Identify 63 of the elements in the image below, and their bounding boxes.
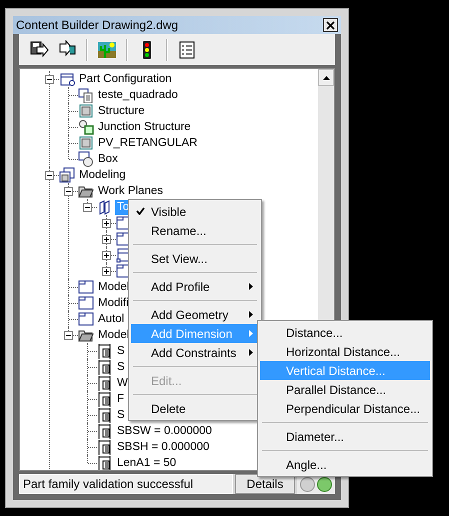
menu-item[interactable]: Angle...	[260, 455, 430, 474]
expand-icon[interactable]	[102, 266, 111, 276]
menu-item[interactable]: Perpendicular Distance...	[260, 399, 430, 418]
parameter-icon	[97, 439, 113, 455]
folder-icon	[78, 279, 94, 295]
parameter-icon	[97, 391, 113, 407]
tree-item-label[interactable]: SBSH = 0.000000	[115, 440, 212, 454]
expand-icon[interactable]	[102, 218, 111, 228]
scroll-up-button[interactable]	[318, 69, 334, 86]
expand-icon[interactable]	[102, 250, 111, 260]
menu-item[interactable]: Parallel Distance...	[260, 380, 430, 399]
parameter-icon	[97, 407, 113, 423]
config-icon	[59, 71, 75, 87]
tree-item-label[interactable]: PV_RETANGULAR	[96, 136, 200, 150]
menu-item[interactable]: Delete	[131, 399, 259, 418]
details-button[interactable]: Details	[235, 474, 295, 494]
menu-item[interactable]: Add Geometry	[131, 305, 259, 324]
menu-item[interactable]: Diameter...	[260, 427, 430, 446]
tree-item-label[interactable]: F	[115, 392, 126, 406]
window-title: Content Builder Drawing2.dwg	[16, 18, 178, 32]
part-icon	[78, 103, 94, 119]
menu-item[interactable]: Visible	[131, 202, 259, 221]
menu-item[interactable]: Rename...	[131, 221, 259, 240]
box-icon	[78, 151, 94, 167]
tree-item-label[interactable]: Junction Structure	[96, 120, 193, 134]
folder-icon	[78, 295, 94, 311]
tree-item-label[interactable]: teste_quadrado	[96, 88, 180, 102]
junction-icon	[78, 119, 94, 135]
part-icon	[78, 135, 94, 151]
modeling-icon	[59, 167, 75, 183]
parameter-icon	[97, 343, 113, 359]
menu-item[interactable]: Add Constraints	[131, 343, 259, 362]
tree-item-label[interactable]: SBSW = 0.000000	[115, 424, 214, 438]
menu-item[interactable]: Add Profile	[131, 277, 259, 296]
expand-icon[interactable]	[102, 234, 111, 244]
status-message: Part family validation successful	[19, 474, 233, 494]
document-icon	[78, 87, 94, 103]
tree-item-label[interactable]: S	[115, 344, 127, 358]
tree-item-label[interactable]: LenA1 = 50	[115, 456, 178, 470]
collapse-icon[interactable]	[45, 170, 54, 180]
tree-item-label[interactable]: Structure	[96, 104, 147, 118]
tree-item-label[interactable]: S	[115, 360, 127, 374]
collapse-icon[interactable]	[64, 330, 73, 340]
parameter-icon	[97, 359, 113, 375]
tree-item-label[interactable]: W	[115, 376, 130, 390]
collapse-icon[interactable]	[64, 186, 73, 196]
tree-item-label[interactable]: S	[115, 408, 127, 422]
close-button[interactable]	[323, 18, 338, 32]
tree-item-label[interactable]: Autol	[96, 312, 126, 326]
collapse-icon[interactable]	[45, 74, 54, 84]
tree-item-label[interactable]: Modeling	[77, 168, 128, 182]
tree-item-label[interactable]: Box	[96, 152, 120, 166]
menu-item[interactable]: Horizontal Distance...	[260, 342, 430, 361]
triangle-up-icon	[322, 76, 330, 80]
folder-icon	[78, 311, 94, 327]
menu-item[interactable]: Set View...	[131, 249, 259, 268]
parameter-icon	[97, 423, 113, 439]
menu-item[interactable]: Distance...	[260, 323, 430, 342]
collapse-icon[interactable]	[83, 202, 92, 212]
tree-item-label[interactable]: Work Planes	[96, 184, 165, 198]
tree-item-label[interactable]: Part Configuration	[77, 72, 174, 86]
parameter-icon	[97, 375, 113, 391]
tree-item-label[interactable]: Modifi	[96, 296, 131, 310]
